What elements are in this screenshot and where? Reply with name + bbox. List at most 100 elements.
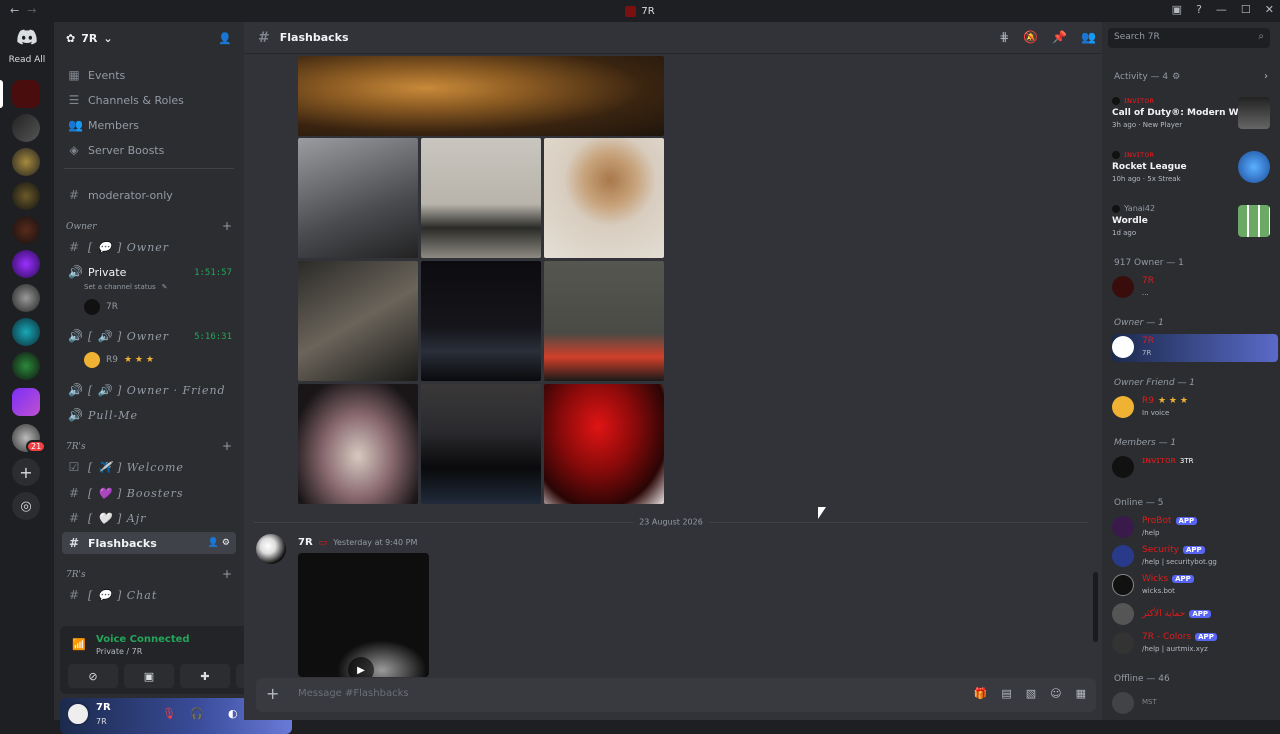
read-all-button[interactable]: Read All [0, 55, 54, 65]
members-item[interactable]: 👥 Members [62, 114, 236, 136]
chevron-right-icon[interactable]: › [1264, 71, 1268, 82]
invite-people-icon[interactable]: 👤 [218, 32, 232, 45]
voice-status[interactable]: Voice Connected [96, 634, 190, 645]
sticker-icon[interactable]: ▧ [1026, 687, 1036, 700]
channels-roles-item[interactable]: ☰ Channels & Roles [62, 89, 236, 111]
maximize-icon[interactable]: ☐ [1241, 3, 1251, 16]
activity-card[interactable]: ɪɴᴠɪᴛᴏʀ Call of Duty®: Modern Warf... 3h… [1108, 94, 1274, 136]
emoji-icon[interactable]: ☺ [1050, 687, 1061, 700]
server-header[interactable]: ✿ 7R ⌄ 👤 [54, 22, 244, 54]
voice-channel-pull-me[interactable]: 🔊 Pull-Me [62, 404, 236, 426]
member-list-icon[interactable]: 👥 [1081, 30, 1096, 44]
screen-share-button[interactable]: ▣ [124, 664, 174, 688]
member-offline[interactable]: MST [1112, 690, 1272, 718]
voice-user-7r[interactable]: 7R [84, 299, 118, 315]
channel-chat[interactable]: #[ 💬 ] Chat [62, 584, 236, 606]
activity-card[interactable]: ɪɴᴠɪᴛᴏʀ Rocket League 10h ago · 5x Strea… [1108, 148, 1274, 190]
category-owner[interactable]: Owner [66, 222, 97, 232]
username[interactable]: 7R [96, 702, 111, 713]
add-server-icon[interactable]: + [12, 458, 40, 486]
photo-pizza[interactable] [298, 56, 664, 136]
member-security[interactable]: Security APP/help | securitybot.gg [1112, 543, 1272, 571]
server-icon-3[interactable] [12, 182, 40, 210]
member-wicks[interactable]: Wicks APP wicks.bot [1112, 572, 1272, 600]
photo-red-room[interactable] [544, 384, 664, 504]
server-icon-2[interactable] [12, 148, 40, 176]
discover-icon[interactable]: ◎ [12, 492, 40, 520]
server-folder[interactable] [12, 388, 40, 416]
server-icon-5[interactable] [12, 250, 40, 278]
add-channel-icon[interactable]: + [222, 567, 232, 581]
message-author[interactable]: 7R [298, 537, 313, 548]
category-7rs-2[interactable]: 7R's [66, 570, 86, 580]
member-probot[interactable]: ProBot APP/help [1112, 514, 1272, 542]
channel-boosters[interactable]: #[ 💜 ] Boosters [62, 482, 236, 504]
server-icon-6[interactable] [12, 284, 40, 312]
search-input[interactable]: Search 7R ⌕ [1108, 28, 1270, 48]
video-attachment[interactable]: ▶ [298, 553, 429, 677]
message-avatar[interactable] [256, 534, 286, 564]
voice-channel-owner-friend[interactable]: 🔊[ 🔊 ] Owner · Friend [62, 379, 236, 401]
photo-dashboard[interactable] [421, 384, 541, 504]
activity-card[interactable]: Yanai42 Wordle 1d ago [1108, 202, 1274, 244]
add-channel-icon[interactable]: + [222, 439, 232, 453]
voice-user-r9[interactable]: R9 ★ ★ ★ [84, 352, 154, 368]
channel-flashbacks[interactable]: # Flashbacks 👤 ⚙ [62, 532, 236, 554]
photo-cars[interactable] [421, 138, 541, 258]
activities-button[interactable]: ✚ [180, 664, 230, 688]
channel-status[interactable]: Set a channel status ✎ [84, 283, 168, 291]
message-composer[interactable]: + Message #Flashbacks 🎁 ▤ ▧ ☺ ▦ [256, 678, 1096, 712]
photo-car-interior[interactable] [298, 261, 418, 381]
category-7rs[interactable]: 7R's [66, 442, 86, 452]
play-icon[interactable]: ▶ [348, 657, 374, 677]
threads-icon[interactable]: ⋕ [999, 30, 1009, 44]
photo-donuts[interactable] [298, 384, 418, 504]
inbox-icon[interactable]: ▣ [1172, 3, 1182, 16]
notifications-off-icon[interactable]: 🔕 [1023, 30, 1038, 44]
channel-ajr[interactable]: #[ 🤍 ] Ajr [62, 507, 236, 529]
events-item[interactable]: ▦ Events [62, 64, 236, 86]
activity-header[interactable]: Activity — 4 ⚙ [1114, 72, 1180, 82]
gift-icon[interactable]: 🎁 [974, 687, 988, 700]
channel-owner-text[interactable]: #[ 💬 ] Owner [62, 236, 236, 258]
server-icon-7[interactable] [12, 318, 40, 346]
channel-welcome[interactable]: ☑[ ✈️ ] Welcome [62, 456, 236, 478]
help-icon[interactable]: ? [1196, 3, 1202, 16]
mute-icon[interactable]: 🎙 [162, 707, 176, 720]
close-icon[interactable]: ✕ [1265, 3, 1274, 16]
member-protection[interactable]: حماية الأكثر APP [1112, 601, 1272, 629]
gif-icon[interactable]: ▤ [1001, 687, 1011, 700]
channel-moderator-only[interactable]: # moderator-only [62, 184, 236, 206]
server-icon-4[interactable] [12, 216, 40, 244]
server-boosts-item[interactable]: ◈ Server Boosts [62, 139, 236, 161]
member-owner[interactable]: 7R 7R [1112, 334, 1278, 362]
photo-night-drive[interactable] [421, 261, 541, 381]
camera-button[interactable]: ⊘ [68, 664, 118, 688]
member-colors[interactable]: 7R - Colors APP/help | aurtmix.xyz [1112, 630, 1272, 658]
server-icon-8[interactable] [12, 352, 40, 380]
photo-coffee[interactable] [544, 138, 664, 258]
upload-icon[interactable]: + [266, 684, 279, 703]
forward-arrow-icon[interactable]: → [27, 4, 36, 17]
pin-icon[interactable]: 📌 [1052, 30, 1067, 44]
voice-location[interactable]: Private / 7R [96, 647, 142, 656]
headphones-icon[interactable]: ◐ [228, 707, 238, 720]
scrollbar[interactable] [1093, 572, 1098, 642]
deafen-icon[interactable]: 🎧 [190, 707, 204, 720]
apps-icon[interactable]: ▦ [1076, 687, 1086, 700]
server-icon-7r[interactable] [12, 80, 40, 108]
member-7r[interactable]: 7R... [1112, 274, 1272, 302]
minimize-icon[interactable]: — [1216, 3, 1227, 16]
channel-settings-icon[interactable]: 👤 ⚙ [208, 538, 230, 548]
message-input[interactable]: Message #Flashbacks [298, 688, 409, 699]
photo-pc[interactable] [298, 138, 418, 258]
user-avatar[interactable] [66, 702, 90, 726]
add-channel-icon[interactable]: + [222, 219, 232, 233]
member-invitor[interactable]: ɪɴᴠɪᴛᴏʀ 3TR [1112, 454, 1272, 482]
back-arrow-icon[interactable]: ← [10, 4, 19, 17]
photo-laptop[interactable] [544, 261, 664, 381]
server-icon-1[interactable] [12, 114, 40, 142]
member-r9[interactable]: R9 ★ ★ ★ In voice [1112, 394, 1272, 422]
discord-home-icon[interactable] [11, 24, 43, 50]
user-status: 7R [96, 717, 107, 726]
